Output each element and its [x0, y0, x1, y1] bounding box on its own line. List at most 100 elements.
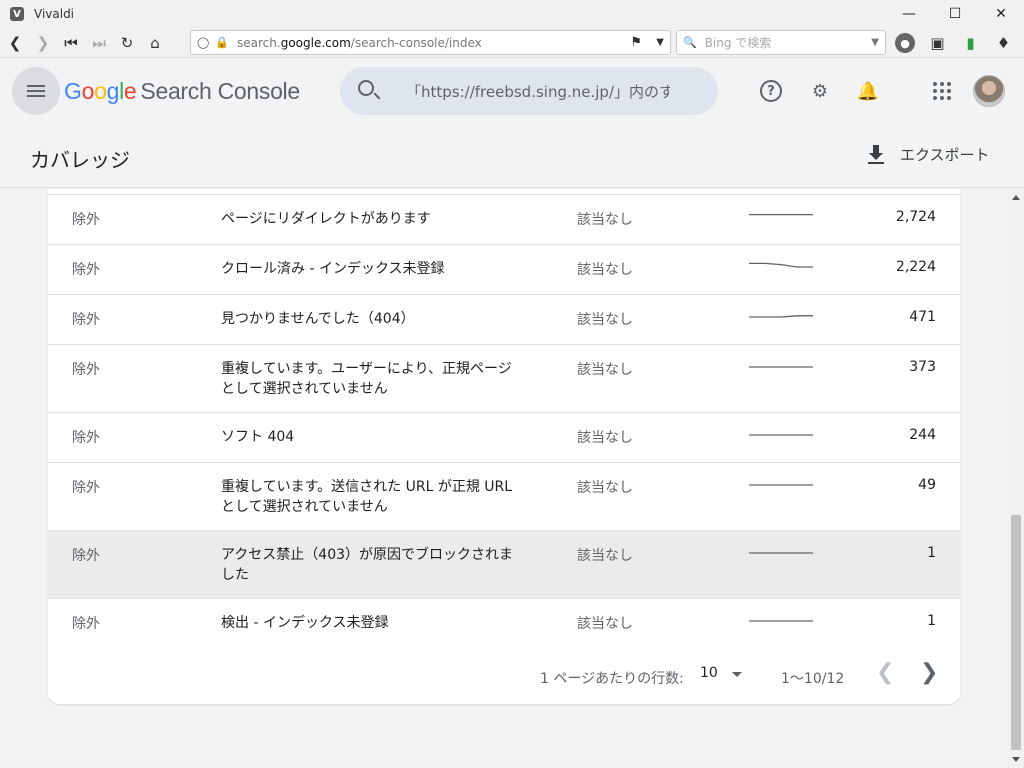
apps-grid-icon[interactable]	[930, 79, 954, 103]
app-header: Google Search Console 「https://freebsd.si…	[0, 58, 1024, 126]
page-scrollbar[interactable]	[1008, 189, 1024, 768]
fast-forward-button[interactable]: ⏭	[86, 30, 112, 56]
sparkline-line	[749, 262, 813, 268]
row-validation: 該当なし	[577, 548, 633, 564]
row-reason: 重複しています。送信された URL が正規 URL として選択されていません	[221, 479, 513, 515]
rows-per-page-select[interactable]: 10	[700, 665, 718, 681]
hamburger-icon	[27, 85, 45, 97]
search-icon	[358, 80, 374, 96]
profile-icon[interactable]: ●	[895, 33, 915, 53]
trend-sparkline	[749, 552, 813, 554]
scrollbar-thumb[interactable]	[1011, 515, 1021, 750]
row-validation: 該当なし	[577, 480, 633, 496]
search-engine-icon: 🔍	[683, 36, 697, 49]
coverage-table-card: 除外 ページにリダイレクトがあります 該当なし 2,724 除外 クロール済み - インデ…	[48, 189, 960, 704]
row-count: 373	[909, 359, 936, 375]
page-title: カバレッジ	[30, 148, 130, 172]
row-reason: クロール済み - インデックス未登録	[221, 261, 445, 277]
browser-search-field[interactable]: 🔍 Bing で検索 ▼	[676, 30, 886, 55]
trend-sparkline	[749, 620, 813, 622]
reload-button[interactable]: ↻	[114, 30, 140, 56]
trend-sparkline	[749, 484, 813, 486]
main-content: 除外 ページにリダイレクトがあります 該当なし 2,724 除外 クロール済み - インデ…	[0, 189, 1008, 768]
row-validation: 該当なし	[577, 430, 633, 446]
table-row[interactable]: 除外 検出 - インデックス未登録 該当なし 1	[48, 598, 960, 648]
trend-sparkline	[749, 315, 813, 318]
browser-search-placeholder: Bing で検索	[704, 36, 772, 50]
search-console-logo[interactable]: Google Search Console	[64, 78, 300, 105]
rows-per-page-label: 1 ページあたりの行数:	[540, 671, 684, 687]
sparkline-line	[749, 315, 813, 318]
row-count: 1	[927, 613, 936, 629]
browser-titlebar: V Vivaldi — ☐ ✕	[0, 0, 1024, 28]
table-row[interactable]: 除外 アクセス禁止（403）が原因でブロックされました 該当なし 1	[48, 530, 960, 598]
row-type: 除外	[72, 212, 100, 228]
row-type: 除外	[72, 430, 100, 446]
manage-users-icon[interactable]: ⚙	[808, 79, 832, 103]
export-button[interactable]: エクスポート	[868, 144, 990, 165]
lock-icon: 🔒	[215, 36, 230, 49]
address-bar[interactable]: ◯ 🔒 search.google.com/search-console/ind…	[190, 30, 671, 55]
row-validation: 該当なし	[577, 212, 633, 228]
maximize-button[interactable]: ☐	[932, 0, 978, 28]
rewind-button[interactable]: ⏮	[58, 30, 84, 56]
table-row[interactable]: 除外 見つかりませんでした（404） 該当なし 471	[48, 294, 960, 344]
notifications-bell-icon[interactable]: 🔔	[856, 79, 880, 103]
scroll-up-icon[interactable]	[1012, 195, 1020, 200]
row-type: 除外	[72, 480, 100, 496]
table-row[interactable]: 除外 クロール済み - インデックス未登録 該当なし 2,224	[48, 244, 960, 294]
url-inspection-input[interactable]: 「https://freebsd.sing.ne.jp/」内のすべてのURLを検…	[406, 81, 670, 102]
extensions-puzzle-icon[interactable]: ♦	[987, 30, 1020, 56]
minimize-button[interactable]: —	[886, 0, 932, 28]
bookmark-extension-icon[interactable]: ▮	[954, 30, 987, 56]
row-type: 除外	[72, 262, 100, 278]
row-count: 244	[909, 427, 936, 443]
row-reason: アクセス禁止（403）が原因でブロックされました	[221, 547, 514, 583]
row-count: 471	[909, 309, 936, 325]
forward-button[interactable]: ❯	[30, 30, 56, 56]
table-row[interactable]: 除外 ソフト 404 該当なし 244	[48, 412, 960, 462]
capture-icon[interactable]: ▣	[921, 30, 954, 56]
row-reason: ページにリダイレクトがあります	[221, 211, 431, 227]
trend-sparkline	[749, 213, 813, 216]
row-validation: 該当なし	[577, 262, 633, 278]
row-count: 1	[927, 545, 936, 561]
vivaldi-logo-icon: V	[10, 7, 24, 21]
row-count: 2,724	[895, 209, 936, 225]
row-count: 2,224	[895, 259, 936, 275]
browser-title: Vivaldi	[34, 7, 75, 21]
row-count: 49	[918, 477, 936, 493]
url-inspection-search[interactable]: 「https://freebsd.sing.ne.jp/」内のすべてのURLを検…	[340, 67, 718, 115]
table-row[interactable]: 除外 ページにリダイレクトがあります 該当なし 2,724	[48, 194, 960, 244]
trend-sparkline	[749, 434, 813, 436]
row-reason: ソフト 404	[221, 429, 295, 445]
scroll-down-icon[interactable]	[1012, 757, 1020, 762]
next-page-button[interactable]: ❯	[920, 660, 938, 685]
row-reason: 重複しています。ユーザーにより、正規ページとして選択されていません	[221, 361, 512, 397]
search-engine-dropdown-icon[interactable]: ▼	[871, 37, 879, 48]
account-avatar[interactable]	[973, 75, 1005, 107]
table-row[interactable]: 除外 重複しています。送信された URL が正規 URL として選択されていません…	[48, 462, 960, 530]
previous-page-button[interactable]: ❮	[876, 660, 894, 685]
pagination: 1 ページあたりの行数: 10 1〜10/12 ❮ ❯	[48, 644, 960, 704]
row-type: 除外	[72, 362, 100, 378]
rows-per-page-dropdown-icon[interactable]	[732, 672, 742, 677]
table-row[interactable]: 除外 重複しています。ユーザーにより、正規ページとして選択されていません 該当なし 3…	[48, 344, 960, 412]
row-reason: 検出 - インデックス未登録	[221, 615, 389, 631]
row-type: 除外	[72, 312, 100, 328]
page-header: カバレッジ エクスポート	[0, 126, 1024, 188]
help-icon[interactable]: ?	[760, 80, 782, 102]
home-button[interactable]: ⌂	[142, 30, 168, 56]
trend-sparkline	[749, 262, 813, 268]
browser-navbar: ❮ ❯ ⏮ ⏭ ↻ ⌂ ◯ 🔒 search.google.com/search…	[0, 28, 1024, 58]
back-button[interactable]: ❮	[2, 30, 28, 56]
bookmark-icon[interactable]: ⚑	[630, 35, 642, 50]
close-window-button[interactable]: ✕	[978, 0, 1024, 28]
row-validation: 該当なし	[577, 362, 633, 378]
trend-sparkline	[749, 366, 813, 368]
row-type: 除外	[72, 616, 100, 632]
shield-icon: ◯	[197, 36, 210, 49]
main-menu-button[interactable]	[12, 67, 60, 115]
download-icon	[868, 144, 884, 165]
address-dropdown-icon[interactable]: ▼	[656, 37, 664, 48]
